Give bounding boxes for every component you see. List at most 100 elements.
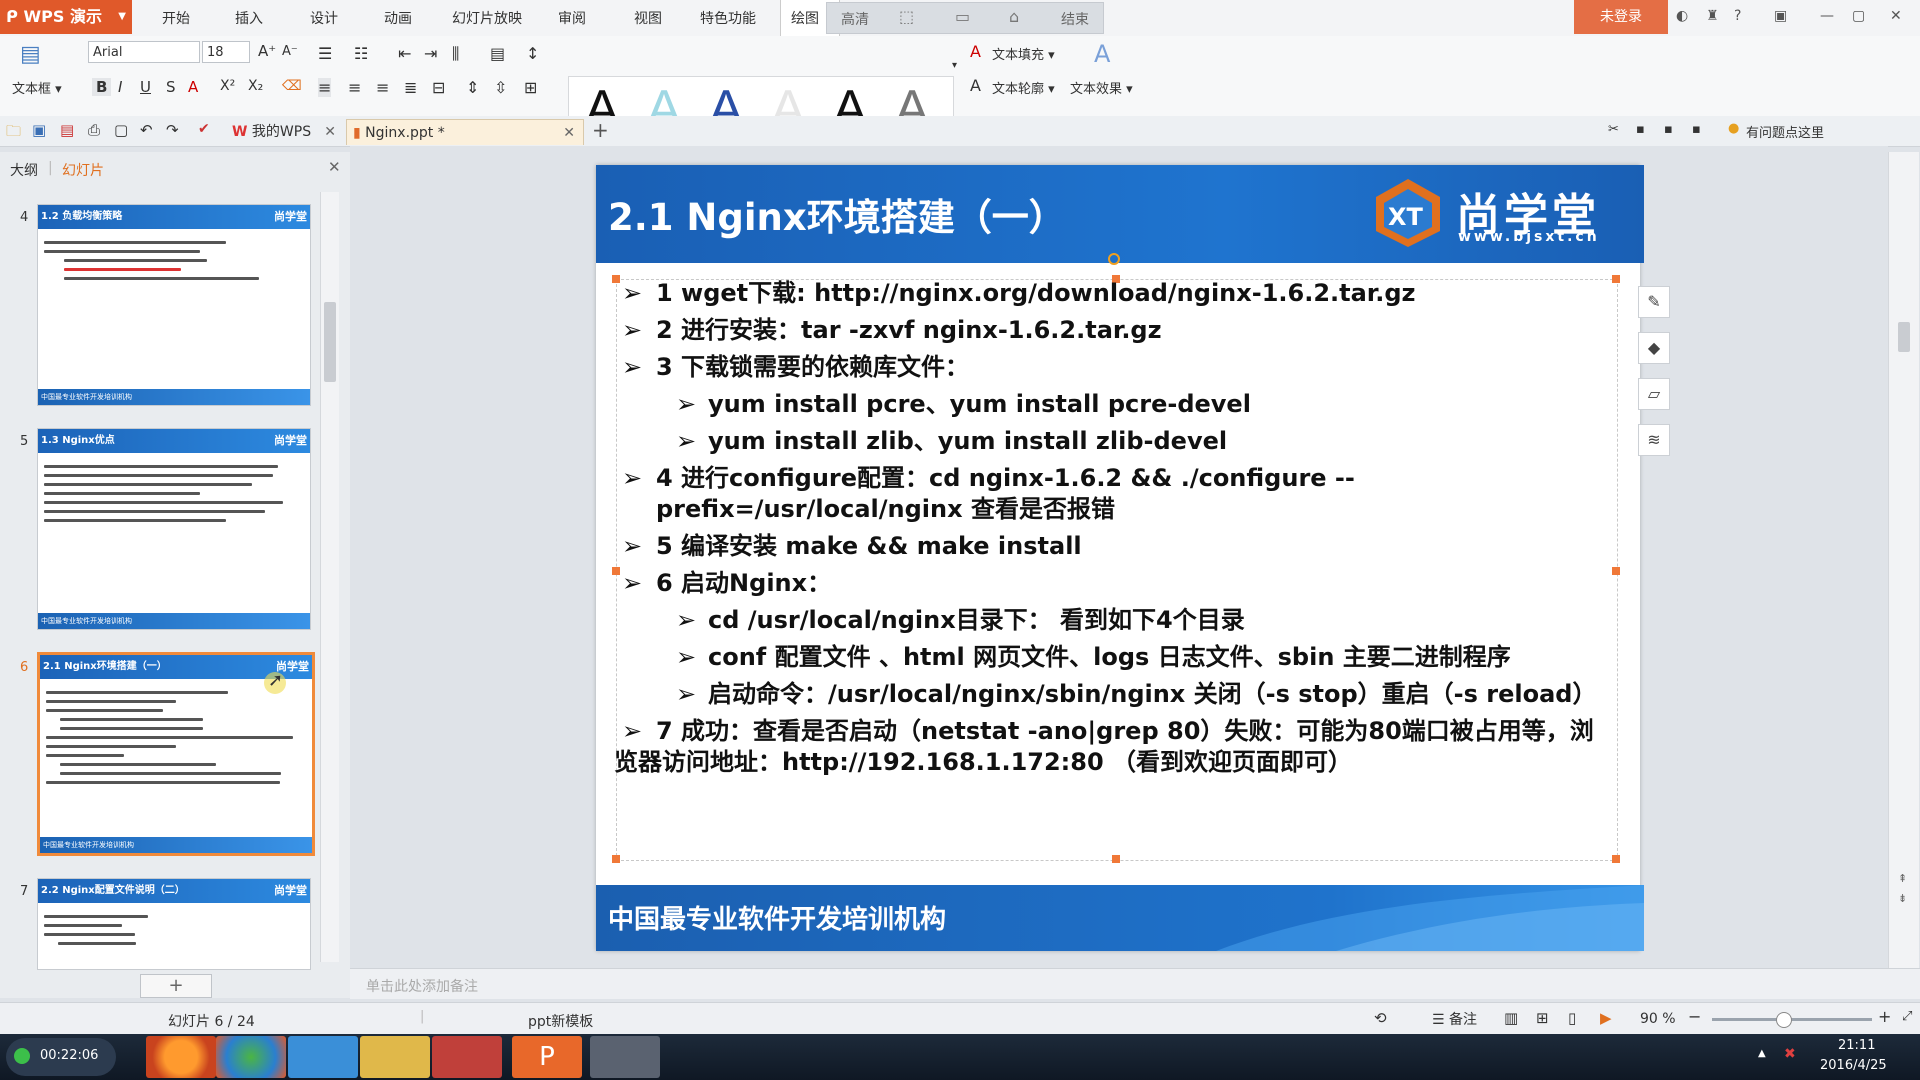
network-icon[interactable]: ✖ — [1784, 1046, 1796, 1062]
font-size-select[interactable]: 18 — [202, 41, 250, 63]
sorter-view-icon[interactable]: ⊞ — [1536, 1009, 1549, 1027]
paragraph-spacing-icon[interactable]: ⇕ — [466, 78, 479, 97]
end-button[interactable]: 结束 — [1061, 9, 1089, 29]
share-icon[interactable]: ▪ — [1636, 122, 1645, 137]
justify-icon[interactable]: ≣ — [404, 78, 417, 97]
wps-presentation-icon[interactable]: P — [512, 1036, 582, 1078]
prev-slide-icon[interactable]: ⇞ — [1898, 872, 1907, 885]
gallery-more-icon[interactable]: ▾ — [952, 60, 957, 71]
zoom-slider[interactable] — [1712, 1018, 1872, 1021]
recording-widget[interactable]: 00:22:06 — [6, 1038, 116, 1076]
next-slide-icon[interactable]: ⇟ — [1898, 892, 1907, 905]
notes-toggle[interactable]: ☰ 备注 — [1432, 1009, 1477, 1029]
tab-review[interactable]: 审阅 — [548, 0, 596, 36]
grow-font-icon[interactable]: A⁺ — [258, 42, 276, 60]
normal-view-icon[interactable]: ▥ — [1504, 1009, 1518, 1027]
scroll-thumb[interactable] — [1898, 322, 1910, 352]
clock-time[interactable]: 21:11 — [1838, 1038, 1875, 1053]
comment-icon[interactable]: ▪ — [1664, 122, 1673, 137]
layers-icon[interactable]: ≋ — [1638, 424, 1670, 456]
hd-button[interactable]: 高清 — [841, 9, 869, 29]
notes-area[interactable]: 单击此处添加备注 — [350, 968, 1920, 999]
open-folder-icon[interactable]: 🗀 — [6, 121, 21, 146]
increase-indent-icon[interactable]: ⇥ — [424, 44, 437, 63]
distribute-icon[interactable]: ⊟ — [432, 78, 445, 97]
align-center-icon[interactable]: ≡ — [348, 78, 361, 97]
text-effect-button[interactable]: 文本效果 ▾ — [1070, 78, 1133, 97]
fit-window-icon[interactable]: ⤢ — [1902, 1009, 1912, 1024]
slide-thumbnail-7[interactable]: 2.2 Nginx配置文件说明（二） 尚学堂 — [37, 878, 311, 970]
tray-expand-icon[interactable]: ▲ — [1758, 1048, 1766, 1059]
preview-icon[interactable]: ▢ — [114, 121, 128, 139]
text-outline-button[interactable]: 文本轮廓 ▾ — [992, 78, 1055, 97]
line-spacing-icon[interactable]: ↕ — [526, 44, 539, 63]
bold-button[interactable]: B — [92, 78, 112, 96]
close-panel-icon[interactable]: ✕ — [328, 158, 341, 176]
tab-insert[interactable]: 插入 — [225, 0, 273, 36]
tool-icon-2[interactable]: ▪ — [1692, 122, 1701, 137]
text-outline-icon[interactable]: A — [970, 76, 981, 95]
zoom-out-icon[interactable]: − — [1688, 1007, 1701, 1026]
history-icon[interactable]: ⟲ — [1374, 1009, 1387, 1027]
close-tab-icon[interactable]: ✕ — [563, 120, 575, 146]
home-icon[interactable]: ⌂ — [1009, 7, 1019, 26]
close-icon[interactable]: ✕ — [1890, 8, 1902, 24]
minimize-icon[interactable]: — — [1820, 8, 1834, 24]
rotate-handle[interactable] — [1108, 253, 1120, 265]
browser-icon[interactable] — [216, 1036, 286, 1078]
tab-design[interactable]: 设计 — [300, 0, 348, 36]
italic-button[interactable]: I — [118, 78, 122, 96]
zoom-slider-thumb[interactable] — [1776, 1012, 1792, 1028]
app-icon-yellow[interactable] — [360, 1036, 430, 1078]
clock-date[interactable]: 2016/4/25 — [1820, 1058, 1887, 1073]
app-icon-blue[interactable] — [288, 1036, 358, 1078]
tab-slides[interactable]: 幻灯片 — [62, 160, 104, 180]
notes-placeholder[interactable]: 单击此处添加备注 — [366, 976, 478, 996]
align-left-icon[interactable]: ≡ — [318, 78, 332, 97]
bullet-list-icon[interactable]: ☰ — [318, 44, 332, 63]
tab-nginx-ppt[interactable]: ▮ Nginx.ppt * ✕ — [346, 119, 584, 145]
firefox-icon[interactable] — [146, 1036, 216, 1078]
font-name-select[interactable]: Arial — [88, 41, 200, 63]
format-painter-icon[interactable]: ✔ — [198, 121, 210, 137]
resize-handle[interactable] — [1612, 855, 1620, 863]
underline-button[interactable]: U — [140, 78, 151, 96]
help-icon[interactable]: ? — [1734, 8, 1741, 24]
tab-animation[interactable]: 动画 — [374, 0, 422, 36]
screenshot-icon[interactable]: ⬚ — [899, 7, 914, 26]
edit-shape-icon[interactable]: ✎ — [1638, 286, 1670, 318]
zoom-level[interactable]: 90 % — [1640, 1011, 1676, 1027]
font-color-icon[interactable]: A — [188, 78, 198, 96]
shadow-button[interactable]: S — [166, 78, 176, 96]
slide-thumbnail-5[interactable]: 1.3 Nginx优点 尚学堂 中国最专业软件开发培训机构 — [37, 428, 311, 630]
app-icon-red[interactable] — [432, 1036, 502, 1078]
align-right-icon[interactable]: ≡ — [376, 78, 389, 97]
new-tab-button[interactable]: + — [592, 118, 609, 142]
maximize-icon[interactable]: ▢ — [1852, 8, 1865, 24]
close-tab-icon[interactable]: ✕ — [324, 119, 336, 145]
help-link[interactable]: 有问题点这里 — [1746, 122, 1824, 141]
align-text-icon[interactable]: ▤ — [490, 44, 505, 63]
column-icon[interactable]: ⇳ — [494, 78, 507, 97]
textbox-label[interactable]: 文本框 ▾ — [12, 78, 62, 97]
tab-special[interactable]: 特色功能 — [690, 0, 766, 36]
recorder-app-icon[interactable] — [590, 1036, 660, 1078]
shrink-font-icon[interactable]: A⁻ — [282, 44, 298, 59]
export-pdf-icon[interactable]: ▤ — [60, 121, 74, 139]
save-icon[interactable]: ▣ — [32, 121, 46, 139]
text-fill-button[interactable]: 文本填充 ▾ — [992, 44, 1055, 63]
add-slide-button[interactable]: + — [140, 974, 212, 998]
thumbnail-scrollbar[interactable] — [320, 192, 339, 962]
numbered-list-icon[interactable]: ☷ — [354, 44, 368, 63]
slideshow-icon[interactable]: ▶ — [1600, 1009, 1612, 1027]
slide-title[interactable]: 2.1 Nginx环境搭建（一） — [608, 187, 1066, 241]
redo-icon[interactable]: ↷ — [166, 121, 179, 139]
reading-view-icon[interactable]: ▯ — [1568, 1009, 1576, 1027]
text-direction-icon[interactable]: ⫼ — [452, 44, 459, 64]
print-icon[interactable]: ⎙ — [88, 121, 100, 139]
text-fill-icon[interactable]: A — [970, 42, 981, 61]
scroll-thumb[interactable] — [324, 302, 336, 382]
tab-my-wps[interactable]: W 我的WPS ✕ — [226, 119, 342, 145]
skin-icon[interactable]: ◐ — [1676, 8, 1688, 24]
text-effect-icon[interactable]: A — [1094, 40, 1110, 68]
